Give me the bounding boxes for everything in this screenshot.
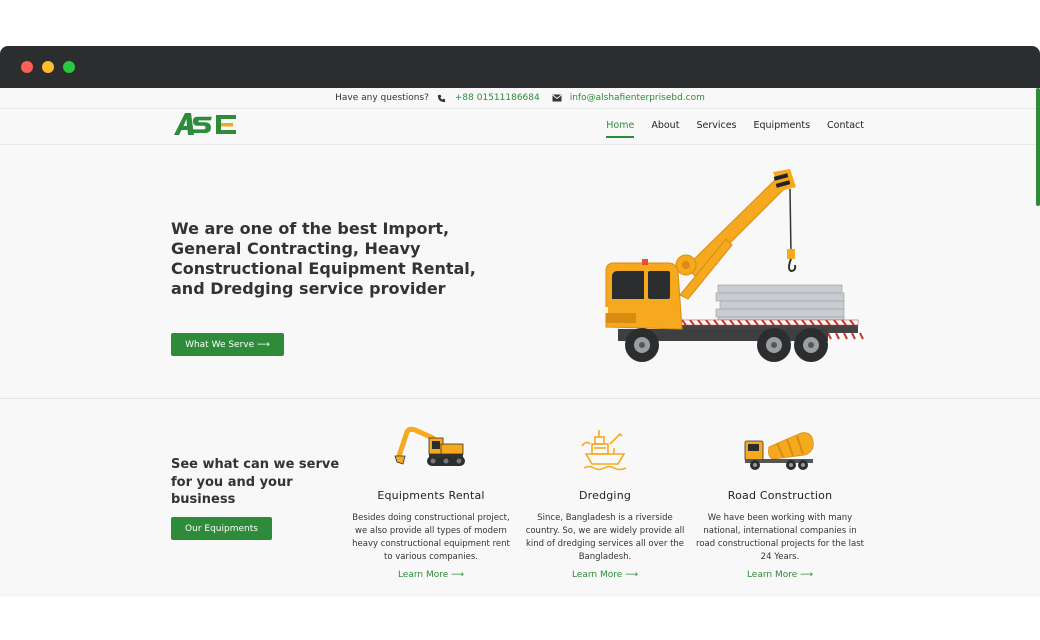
question-text: Have any questions? xyxy=(335,93,429,103)
services-heading: See what can we serve for you and your b… xyxy=(171,457,340,507)
minimize-window-button[interactable] xyxy=(42,61,54,73)
crane-truck-illustration xyxy=(598,167,868,381)
contact-topbar: Have any questions? +88 01511186684 info… xyxy=(0,88,1040,109)
card-text: Since, Bangladesh is a riverside country… xyxy=(525,513,685,562)
mixer-truck-icon xyxy=(696,425,864,473)
phone-icon xyxy=(437,93,447,103)
main-menu: Home About Services Equipments Contact xyxy=(606,116,864,138)
window-titlebar xyxy=(0,46,1040,88)
email-link[interactable]: info@alshafienterprisebd.com xyxy=(570,93,705,103)
page-scrollbar[interactable] xyxy=(1036,88,1040,206)
services-section: See what can we serve for you and your b… xyxy=(0,399,1040,589)
learn-more-link[interactable]: Learn More ⟶ xyxy=(696,570,864,580)
excavator-icon xyxy=(347,425,515,473)
our-equipments-button[interactable]: Our Equipments xyxy=(171,517,272,540)
card-title: Equipments Rental xyxy=(377,489,485,502)
nav-services[interactable]: Services xyxy=(696,116,736,138)
ase-logo[interactable] xyxy=(172,111,240,143)
card-title: Dredging xyxy=(578,489,632,502)
learn-more-link[interactable]: Learn More ⟶ xyxy=(347,570,515,580)
nav-home[interactable]: Home xyxy=(606,116,635,138)
card-text: We have been working with many national,… xyxy=(696,513,864,562)
main-navbar: Home About Services Equipments Contact xyxy=(0,109,1040,145)
close-window-button[interactable] xyxy=(21,61,33,73)
learn-more-link[interactable]: Learn More ⟶ xyxy=(521,570,689,580)
browser-window: Have any questions? +88 01511186684 info… xyxy=(0,46,1040,594)
nav-equipments[interactable]: Equipments xyxy=(754,116,811,138)
dredger-ship-icon xyxy=(521,425,689,473)
card-text: Besides doing constructional project, we… xyxy=(352,513,510,562)
what-we-serve-button[interactable]: What We Serve ⟶ xyxy=(171,333,284,356)
nav-about[interactable]: About xyxy=(651,116,679,138)
mail-icon xyxy=(552,93,562,103)
service-card-equipments: Equipments Rental Besides doing construc… xyxy=(347,425,515,580)
hero-section: We are one of the best Import, General C… xyxy=(0,145,1040,399)
service-card-road: Road Construction We have been working w… xyxy=(696,425,864,580)
card-title: Road Construction xyxy=(727,489,833,502)
nav-contact[interactable]: Contact xyxy=(827,116,864,138)
hero-headline: We are one of the best Import, General C… xyxy=(171,219,476,298)
maximize-window-button[interactable] xyxy=(63,61,75,73)
phone-link[interactable]: +88 01511186684 xyxy=(455,93,540,103)
service-card-dredging: Dredging Since, Bangladesh is a riversid… xyxy=(521,425,689,580)
